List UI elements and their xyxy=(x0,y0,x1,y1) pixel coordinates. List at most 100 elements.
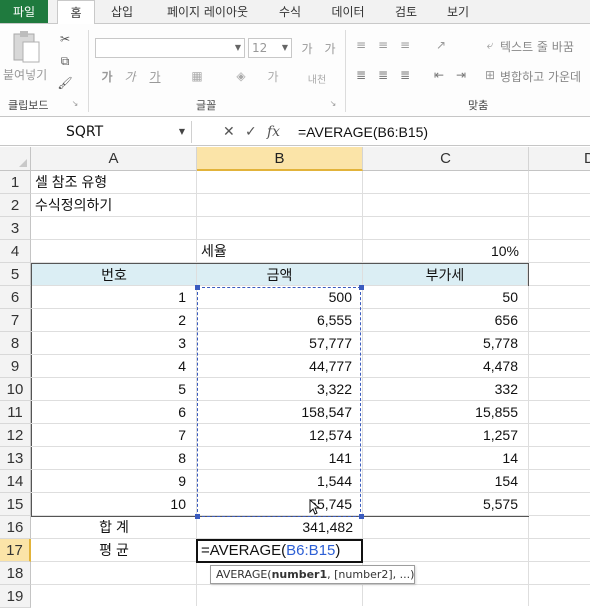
cell-number[interactable]: 10 xyxy=(31,493,197,516)
cell-vat[interactable]: 5,778 xyxy=(363,332,529,355)
cell-number[interactable]: 6 xyxy=(31,401,197,424)
column-header-c[interactable]: C xyxy=(363,147,529,171)
cell-a17[interactable]: 평 균 xyxy=(31,539,197,562)
cell-amount[interactable]: 44,777 xyxy=(197,355,363,378)
row-header[interactable]: 9 xyxy=(0,355,31,378)
row-header[interactable]: 4 xyxy=(0,240,31,263)
cell-amount[interactable]: 55,745 xyxy=(197,493,363,516)
cancel-icon[interactable]: ✕ xyxy=(223,121,235,143)
grow-font-icon[interactable]: 가 xyxy=(297,38,317,58)
cell-amount[interactable]: 141 xyxy=(197,447,363,470)
cell-amount[interactable]: 12,574 xyxy=(197,424,363,447)
select-all-button[interactable] xyxy=(0,147,31,171)
row-header[interactable]: 16 xyxy=(0,516,31,539)
table-header-vat[interactable]: 부가세 xyxy=(363,264,528,286)
cell-b16[interactable]: 341,482 xyxy=(197,516,363,539)
cell-vat[interactable]: 656 xyxy=(363,309,529,332)
cell-number[interactable]: 8 xyxy=(31,447,197,470)
cell-number[interactable]: 3 xyxy=(31,332,197,355)
font-size-dropdown[interactable]: 12 ▼ xyxy=(248,38,292,58)
tab-review[interactable]: 검토 xyxy=(386,0,426,24)
table-header-amount[interactable]: 금액 xyxy=(197,264,363,286)
cell-a16[interactable]: 합 계 xyxy=(31,516,197,539)
range-handle[interactable] xyxy=(195,514,200,519)
format-painter-icon[interactable]: 🖌 xyxy=(56,74,74,92)
underline-icon[interactable]: 가 xyxy=(145,66,165,86)
range-handle[interactable] xyxy=(359,514,364,519)
cell-vat[interactable]: 50 xyxy=(363,286,529,309)
row-header[interactable]: 14 xyxy=(0,470,31,493)
dialog-launcher-icon[interactable]: ↘ xyxy=(70,98,80,108)
cell-number[interactable]: 1 xyxy=(31,286,197,309)
column-header-d[interactable]: D xyxy=(529,147,590,171)
cell-a1[interactable]: 셀 참조 유형 xyxy=(31,171,197,194)
align-center-icon[interactable]: ≣ xyxy=(374,66,392,84)
row-header[interactable]: 11 xyxy=(0,401,31,424)
fill-color-icon[interactable]: ◈ xyxy=(230,66,252,86)
cell-number[interactable]: 5 xyxy=(31,378,197,401)
tab-view[interactable]: 보기 xyxy=(438,0,478,24)
row-header[interactable]: 15 xyxy=(0,493,31,516)
decrease-indent-icon[interactable]: ⇤ xyxy=(430,66,448,84)
font-name-dropdown[interactable]: ▼ xyxy=(95,38,245,58)
align-middle-icon[interactable]: ≡ xyxy=(374,36,392,54)
tab-data[interactable]: 데이터 xyxy=(322,0,374,24)
cell-vat[interactable]: 1,257 xyxy=(363,424,529,447)
italic-icon[interactable]: 가 xyxy=(120,66,140,86)
increase-indent-icon[interactable]: ⇥ xyxy=(452,66,470,84)
row-header[interactable]: 1 xyxy=(0,171,31,194)
row-header[interactable]: 19 xyxy=(0,585,31,608)
align-top-icon[interactable]: ≡ xyxy=(352,36,370,54)
border-icon[interactable]: ▦ xyxy=(186,66,208,86)
row-header[interactable]: 8 xyxy=(0,332,31,355)
cell-number[interactable]: 4 xyxy=(31,355,197,378)
font-color-icon[interactable]: 가 xyxy=(262,66,284,86)
row-header[interactable]: 7 xyxy=(0,309,31,332)
cell-number[interactable]: 2 xyxy=(31,309,197,332)
cell-amount[interactable]: 500 xyxy=(197,286,363,309)
cell-vat[interactable]: 15,855 xyxy=(363,401,529,424)
tab-file[interactable]: 파일 xyxy=(0,0,48,23)
orientation-icon[interactable]: ↗ xyxy=(428,36,454,54)
cell-vat[interactable]: 154 xyxy=(363,470,529,493)
shrink-font-icon[interactable]: 가 xyxy=(320,38,340,58)
cell-number[interactable]: 7 xyxy=(31,424,197,447)
formula-input[interactable]: =AVERAGE(B6:B15) xyxy=(298,121,428,143)
cell-amount[interactable]: 1,544 xyxy=(197,470,363,493)
tab-page-layout[interactable]: 페이지 레이아웃 xyxy=(155,0,260,24)
cell-vat[interactable]: 5,575 xyxy=(363,493,529,516)
row-header[interactable]: 3 xyxy=(0,217,31,240)
column-header-a[interactable]: A xyxy=(31,147,197,171)
cell-vat[interactable]: 332 xyxy=(363,378,529,401)
cut-icon[interactable]: ✂ xyxy=(56,30,74,48)
align-bottom-icon[interactable]: ≡ xyxy=(396,36,414,54)
paste-button-label[interactable]: 붙여넣기 xyxy=(3,66,47,83)
range-handle[interactable] xyxy=(195,285,200,290)
dialog-launcher-icon[interactable]: ↘ xyxy=(328,98,338,108)
wrap-text-button[interactable]: 텍스트 줄 바꿈 xyxy=(500,38,574,55)
paste-icon[interactable] xyxy=(10,30,42,64)
column-header-b[interactable]: B xyxy=(197,147,363,171)
copy-icon[interactable]: ⧉ xyxy=(56,52,74,70)
enter-icon[interactable]: ✓ xyxy=(245,121,257,143)
row-header[interactable]: 18 xyxy=(0,562,31,585)
row-header[interactable]: 2 xyxy=(0,194,31,217)
cell-amount[interactable]: 6,555 xyxy=(197,309,363,332)
cell-vat[interactable]: 14 xyxy=(363,447,529,470)
cell-amount[interactable]: 57,777 xyxy=(197,332,363,355)
cell-a2[interactable]: 수식정의하기 xyxy=(31,194,197,217)
align-left-icon[interactable]: ≣ xyxy=(352,66,370,84)
tooltip-arg-current[interactable]: number1 xyxy=(272,568,328,581)
row-header[interactable]: 12 xyxy=(0,424,31,447)
merge-center-button[interactable]: 병합하고 가운데 xyxy=(500,68,581,85)
bold-icon[interactable]: 가 xyxy=(97,66,117,86)
active-cell-b17[interactable]: =AVERAGE(B6:B15) xyxy=(196,539,363,563)
cell-c4[interactable]: 10% xyxy=(363,240,529,263)
cell-amount[interactable]: 158,547 xyxy=(197,401,363,424)
cell-number[interactable]: 9 xyxy=(31,470,197,493)
name-box[interactable]: SQRT ▼ xyxy=(0,121,192,143)
cell-b4[interactable]: 세율 xyxy=(197,240,363,263)
row-header[interactable]: 13 xyxy=(0,447,31,470)
row-header[interactable]: 5 xyxy=(0,263,31,286)
phonetic-icon[interactable]: 내천 xyxy=(302,66,332,90)
